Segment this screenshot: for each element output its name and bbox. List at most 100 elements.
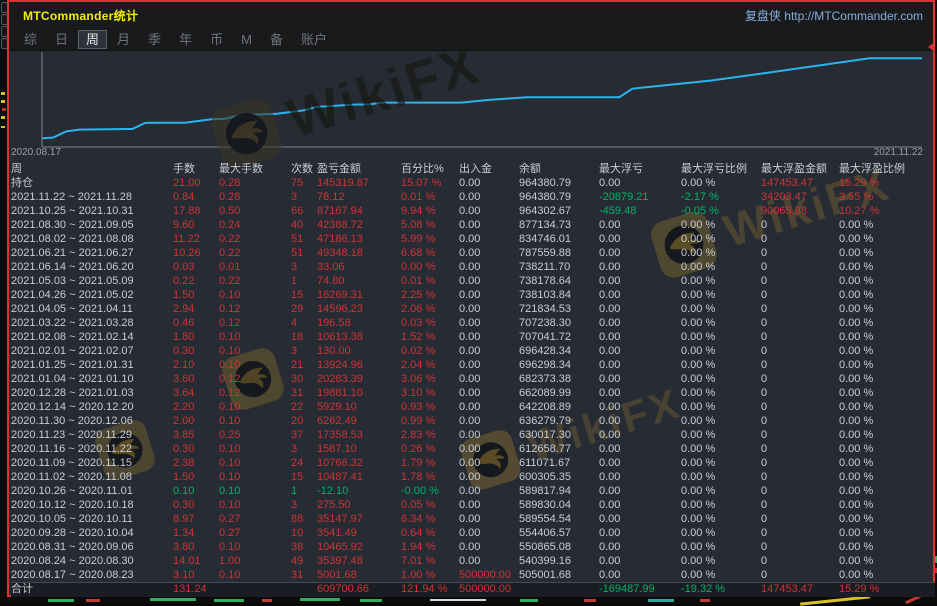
row-value: 0.22 (173, 274, 219, 288)
row-value: 0.00 (599, 442, 681, 456)
row-value: 33.06 (317, 260, 401, 274)
menu-item-0[interactable]: 综 (17, 31, 44, 48)
row-value: 964302.67 (519, 204, 599, 218)
row-value: 10.27 % (839, 204, 935, 218)
row-value: 0.12 (219, 302, 291, 316)
row-value: 5.99 % (401, 232, 459, 246)
equity-chart: 2020.08.17 2021.11.22 (9, 50, 933, 162)
row-value: 1.52 % (401, 330, 459, 344)
row-period: 2020.11.09 ~ 2020.11.15 (11, 456, 173, 470)
row-value: 0.10 (219, 288, 291, 302)
row-period: 2021.05.03 ~ 2021.05.09 (11, 274, 173, 288)
row-value: 0.00 % (401, 260, 459, 274)
row-value: 1.34 (173, 526, 219, 540)
row-value: 0.00 % (839, 484, 935, 498)
row-value: 42388.72 (317, 218, 401, 232)
row-value: 612658.77 (519, 442, 599, 456)
row-value: 74.80 (317, 274, 401, 288)
row-value: -2.17 % (681, 190, 761, 204)
row-value: 0 (761, 274, 839, 288)
row-value: 0.00 % (839, 442, 935, 456)
row-value: 10.26 (173, 246, 219, 260)
brand-link[interactable]: 复盘侠 http://MTCommander.com (745, 7, 923, 24)
row-value: 7.01 % (401, 554, 459, 568)
row-period: 2021.08.02 ~ 2021.08.08 (11, 232, 173, 246)
row-value: -0.05 % (681, 204, 761, 218)
row-period: 2021.01.04 ~ 2021.01.10 (11, 372, 173, 386)
row-value: 8.97 (173, 512, 219, 526)
row-value (519, 582, 599, 597)
row-value: 0.03 (173, 260, 219, 274)
row-value: 0.00 (599, 512, 681, 526)
row-value: 0.00 (459, 288, 519, 302)
row-value: 0.00 % (839, 330, 935, 344)
row-value: 2.00 (173, 414, 219, 428)
column-header: 最大手数 (219, 162, 291, 176)
row-value: 10465.92 (317, 540, 401, 554)
background-bottom-sliver (0, 597, 937, 604)
row-value: 500000.00 (459, 568, 519, 582)
row-value: 29 (291, 302, 317, 316)
menu-item-5[interactable]: 年 (172, 31, 199, 48)
row-value: 0 (761, 526, 839, 540)
menu-item-7[interactable]: M (234, 31, 259, 48)
row-value: 0 (761, 288, 839, 302)
row-value: -169487.99 (599, 582, 681, 597)
row-value: 0 (761, 344, 839, 358)
row-value: 0.00 (459, 400, 519, 414)
x-axis-start-label: 2020.08.17 (11, 147, 61, 158)
row-value: 0.00 (599, 274, 681, 288)
row-value: 20283.39 (317, 372, 401, 386)
row-value: 9.94 % (401, 204, 459, 218)
row-value: 0.00 (459, 176, 519, 190)
row-period: 2020.10.05 ~ 2020.10.11 (11, 512, 173, 526)
column-header: 次数 (291, 162, 317, 176)
row-value: 0.00 (459, 190, 519, 204)
row-value: 662089.99 (519, 386, 599, 400)
row-value: 877134.73 (519, 218, 599, 232)
row-value: 90065.88 (761, 204, 839, 218)
row-value: 0.00 (599, 330, 681, 344)
row-period: 2020.11.23 ~ 2020.11.29 (11, 428, 173, 442)
row-value: 17.88 (173, 204, 219, 218)
column-header: 最大浮盈金额 (761, 162, 839, 176)
row-value: 1587.10 (317, 442, 401, 456)
row-value: 0.00 % (681, 400, 761, 414)
menu-item-3[interactable]: 月 (110, 31, 137, 48)
row-value: 540399.16 (519, 554, 599, 568)
row-value: 3 (291, 442, 317, 456)
row-value: 0.00 (599, 218, 681, 232)
row-period: 2021.06.14 ~ 2021.06.20 (11, 260, 173, 274)
row-value: 0 (761, 456, 839, 470)
row-value: 0.28 (219, 190, 291, 204)
row-value: 147453.47 (761, 582, 839, 597)
row-value: 0 (761, 316, 839, 330)
row-value: 0.00 (599, 554, 681, 568)
row-value: 0.22 (219, 246, 291, 260)
column-header: 手数 (173, 162, 219, 176)
menu-bar: 综日周月季年币M备账户 (9, 28, 933, 51)
row-value: 3.06 % (401, 372, 459, 386)
row-value: 9.60 (173, 218, 219, 232)
menu-item-8[interactable]: 备 (263, 31, 290, 48)
row-value: 1.94 % (401, 540, 459, 554)
row-period: 2021.08.30 ~ 2021.09.05 (11, 218, 173, 232)
menu-item-9[interactable]: 账户 (294, 31, 334, 48)
row-value: 51 (291, 246, 317, 260)
menu-item-1[interactable]: 日 (48, 31, 75, 48)
row-value: 630017.30 (519, 428, 599, 442)
row-value: 0.00 (599, 372, 681, 386)
menu-item-6[interactable]: 币 (203, 31, 230, 48)
row-value: 131.24 (173, 582, 219, 597)
menu-item-4[interactable]: 季 (141, 31, 168, 48)
row-value: 0.25 (219, 428, 291, 442)
row-value: 0 (761, 330, 839, 344)
row-value: 0.27 (219, 526, 291, 540)
row-value: 0.00 (459, 344, 519, 358)
row-value: 0.00 (599, 260, 681, 274)
row-value: 2.04 % (401, 358, 459, 372)
row-value: 738103.84 (519, 288, 599, 302)
column-header: 最大浮盈比例 (839, 162, 935, 176)
menu-item-2[interactable]: 周 (79, 31, 106, 48)
row-value: 49 (291, 554, 317, 568)
